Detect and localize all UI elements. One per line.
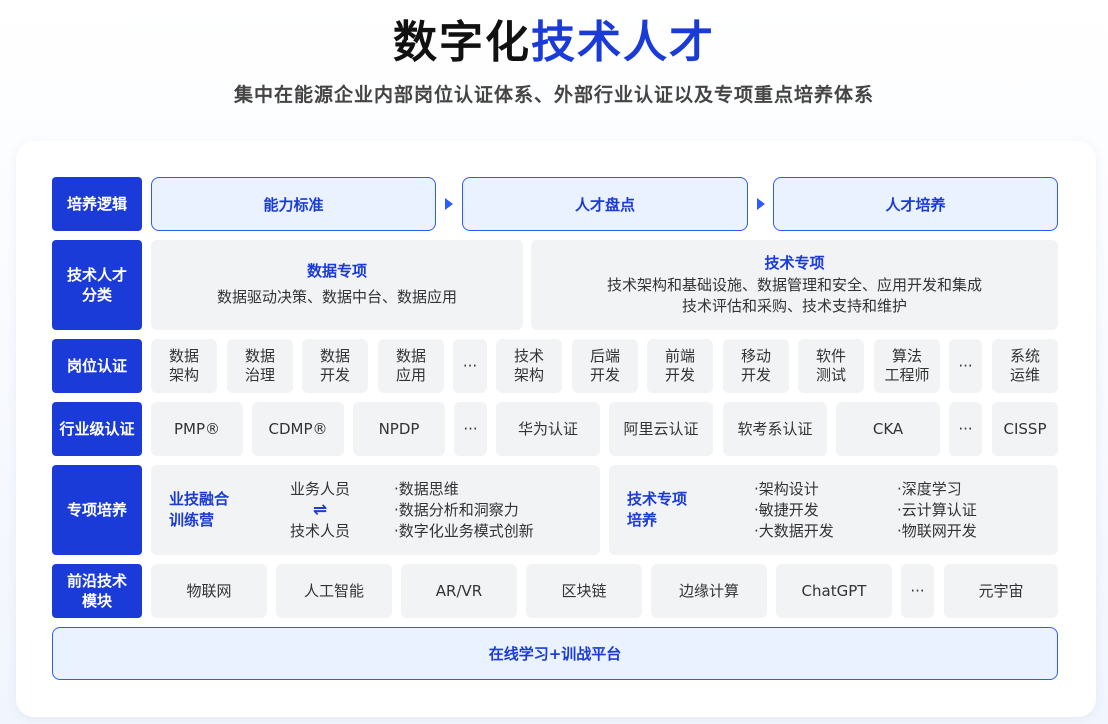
position-item: 系统 运维 [992,339,1058,393]
position-ellipsis: ··· [453,339,487,393]
camp-point: ·数字化业务模式创新 [394,522,534,540]
page-subtitle: 集中在能源企业内部岗位认证体系、外部行业认证以及专项重点培养体系 [233,84,874,106]
row-label-frontier: 前沿技术 模块 [52,564,142,618]
tech-point: ·深度学习 [897,480,962,498]
position-item: 技术 架构 [496,339,562,393]
position-item: 数据 架构 [151,339,217,393]
frontier-item: 人工智能 [276,564,392,618]
industry-item: PMP® [151,402,243,456]
category-tech-box: 技术专项 技术架构和基础设施、数据管理和安全、应用开发和集成 技术评估和采购、技… [531,240,1058,330]
tech-point: ·敏捷开发 [754,501,819,519]
title-highlight: 技术人才 [531,17,715,68]
category-tech-desc2: 技术评估和采购、技术支持和维护 [681,296,907,315]
row-label-logic: 培养逻辑 [52,177,142,231]
title-part1: 数字化 [393,17,531,68]
tech-point: ·大数据开发 [754,522,834,540]
special-camp-title: 业技融合 训练营 [169,490,230,529]
frontier-ellipsis: ··· [901,564,934,618]
tech-point: ·云计算认证 [897,501,977,519]
category-tech-title: 技术专项 [764,253,825,272]
arrow-right-icon [445,198,453,210]
special-role-business: 业务人员 [289,480,350,498]
position-item: 算法 工程师 [874,339,940,393]
row-label-position: 岗位认证 [52,339,142,393]
position-item: 后端 开发 [572,339,638,393]
industry-item: NPDP [353,402,445,456]
logic-step-inventory: 人才盘点 [462,177,748,231]
arrow-right-icon [757,198,765,210]
position-ellipsis: ··· [949,339,982,393]
frontier-item: 物联网 [151,564,267,618]
camp-point: ·数据分析和洞察力 [394,501,519,519]
logic-step-training: 人才培养 [773,177,1058,231]
industry-item: 阿里云认证 [609,402,713,456]
position-item: 数据 开发 [302,339,368,393]
industry-ellipsis: ··· [454,402,487,456]
row-label-category: 技术人才 分类 [52,240,142,330]
position-item: 前端 开发 [647,339,713,393]
position-item: 数据 治理 [227,339,293,393]
position-item: 移动 开发 [723,339,789,393]
special-tech-box: 技术专项 培养 ·架构设计 ·敏捷开发 ·大数据开发 ·深度学习 ·云计算认证 … [609,465,1058,555]
framework-card: 培养逻辑 能力标准 人才盘点 人才培养 技术人才 分类 数据专项 数据驱动决策、… [16,141,1096,717]
tech-point: ·架构设计 [754,480,819,498]
frontier-item: AR/VR [401,564,517,618]
position-item: 数据 应用 [378,339,444,393]
industry-item: CISSP [992,402,1058,456]
tech-point: ·物联网开发 [897,522,977,540]
industry-item: 华为认证 [496,402,600,456]
frontier-item: 边缘计算 [651,564,767,618]
industry-item: 软考系认证 [723,402,827,456]
exchange-arrows-icon: ⇌ [312,500,328,520]
position-item: 软件 测试 [798,339,864,393]
category-tech-desc1: 技术架构和基础设施、数据管理和安全、应用开发和集成 [606,275,982,294]
category-data-desc: 数据驱动决策、数据中台、数据应用 [216,288,457,306]
logic-step-ability: 能力标准 [151,177,436,231]
special-camp-box: 业技融合 训练营 业务人员 ⇌ 技术人员 ·数据思维 ·数据分析和洞察力 ·数字… [151,465,600,555]
frontier-item: 区块链 [526,564,642,618]
category-data-box: 数据专项 数据驱动决策、数据中台、数据应用 [151,240,523,330]
industry-ellipsis: ··· [949,402,982,456]
frontier-item: ChatGPT [776,564,892,618]
page-title: 数字化技术人才 [0,6,1108,70]
industry-item: CDMP® [252,402,344,456]
camp-point: ·数据思维 [394,480,459,498]
platform-bar: 在线学习+训战平台 [52,627,1058,680]
row-label-industry: 行业级认证 [52,402,142,456]
frontier-item: 元宇宙 [944,564,1058,618]
special-tech-title: 技术专项 培养 [627,490,688,529]
special-role-tech: 技术人员 [289,522,350,540]
industry-item: CKA [836,402,940,456]
category-data-title: 数据专项 [306,262,367,280]
row-label-special: 专项培养 [52,465,142,555]
